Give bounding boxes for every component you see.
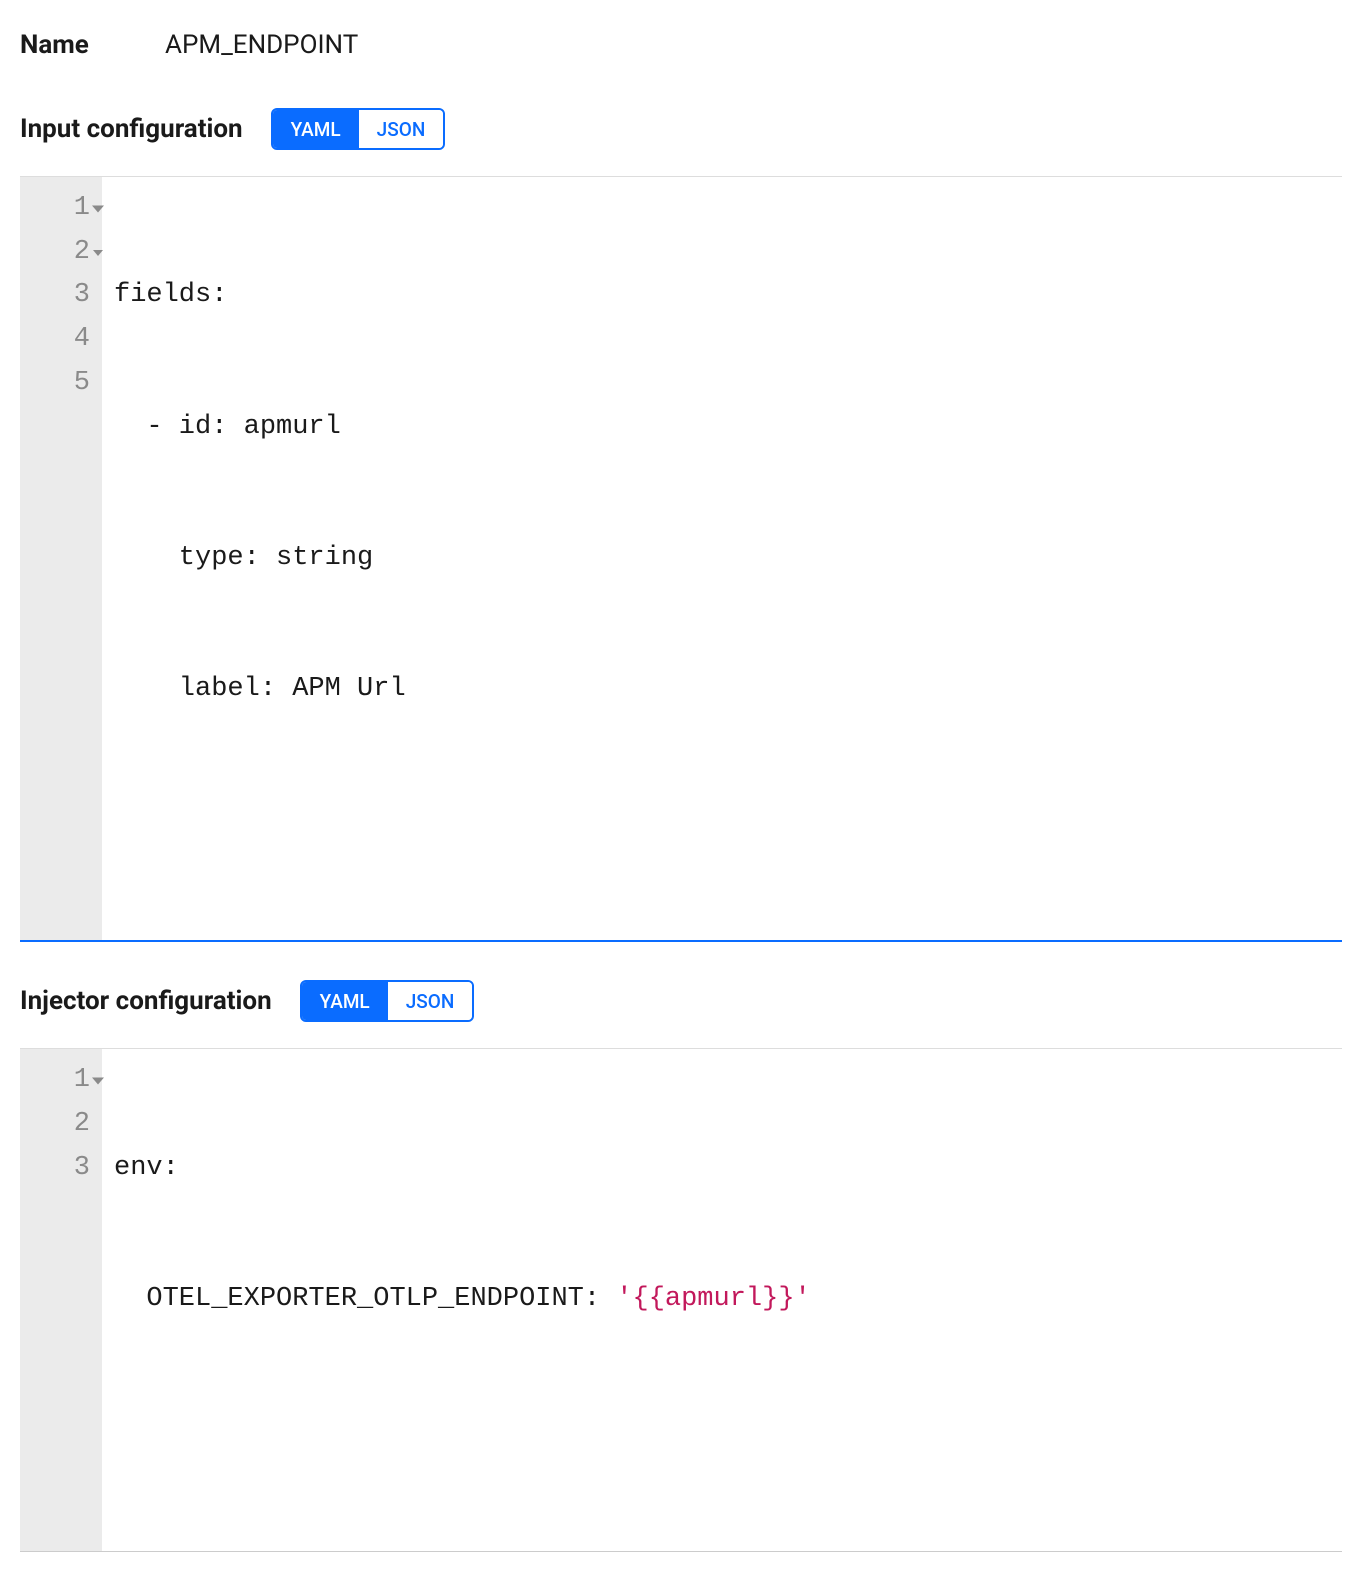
input-yaml-tab[interactable]: YAML [273,110,359,148]
code-line: - id: apmurl [114,406,1330,450]
injector-json-tab[interactable]: JSON [388,982,473,1020]
gutter-line: 2 [20,1103,94,1147]
gutter-line: 4 [20,318,94,362]
code-line: env: [114,1147,1330,1191]
fold-caret-icon[interactable] [93,250,103,256]
gutter-line: 3 [20,1147,94,1191]
code-line [114,1409,1330,1453]
injector-config-header: Injector configuration YAML JSON [20,980,1342,1022]
input-format-toggle: YAML JSON [271,108,446,150]
gutter-line: 5 [20,362,94,406]
yaml-string-token: '{{apmurl}}' [616,1284,810,1314]
injector-yaml-tab[interactable]: YAML [302,982,388,1020]
name-label: Name [20,30,165,60]
gutter-line: 1 [20,1059,94,1103]
gutter-line: 1 [20,187,94,231]
config-form: Name APM_ENDPOINT Input configuration YA… [0,0,1362,1572]
code-line: label: APM Url [114,668,1330,712]
input-config-title: Input configuration [20,114,243,144]
name-row: Name APM_ENDPOINT [20,30,1342,60]
injector-format-toggle: YAML JSON [300,980,475,1022]
input-config-editor[interactable]: 1 2 3 4 5 fields: - id: apmurl type: str… [20,176,1342,942]
injector-config-title: Injector configuration [20,986,272,1016]
input-editor-gutter: 1 2 3 4 5 [20,177,102,940]
code-line [114,799,1330,843]
injector-editor-code[interactable]: env: OTEL_EXPORTER_OTLP_ENDPOINT: '{{apm… [102,1049,1342,1550]
injector-config-editor[interactable]: 1 2 3 env: OTEL_EXPORTER_OTLP_ENDPOINT: … [20,1048,1342,1551]
fold-caret-icon[interactable] [92,205,104,212]
input-editor-code[interactable]: fields: - id: apmurl type: string label:… [102,177,1342,940]
input-config-header: Input configuration YAML JSON [20,108,1342,150]
name-value: APM_ENDPOINT [165,30,358,60]
code-line: OTEL_EXPORTER_OTLP_ENDPOINT: '{{apmurl}}… [114,1278,1330,1322]
fold-caret-icon[interactable] [92,1078,104,1085]
injector-editor-gutter: 1 2 3 [20,1049,102,1550]
gutter-line: 2 [20,231,94,275]
code-line: fields: [114,274,1330,318]
gutter-line: 3 [20,274,94,318]
input-json-tab[interactable]: JSON [359,110,444,148]
code-line: type: string [114,537,1330,581]
